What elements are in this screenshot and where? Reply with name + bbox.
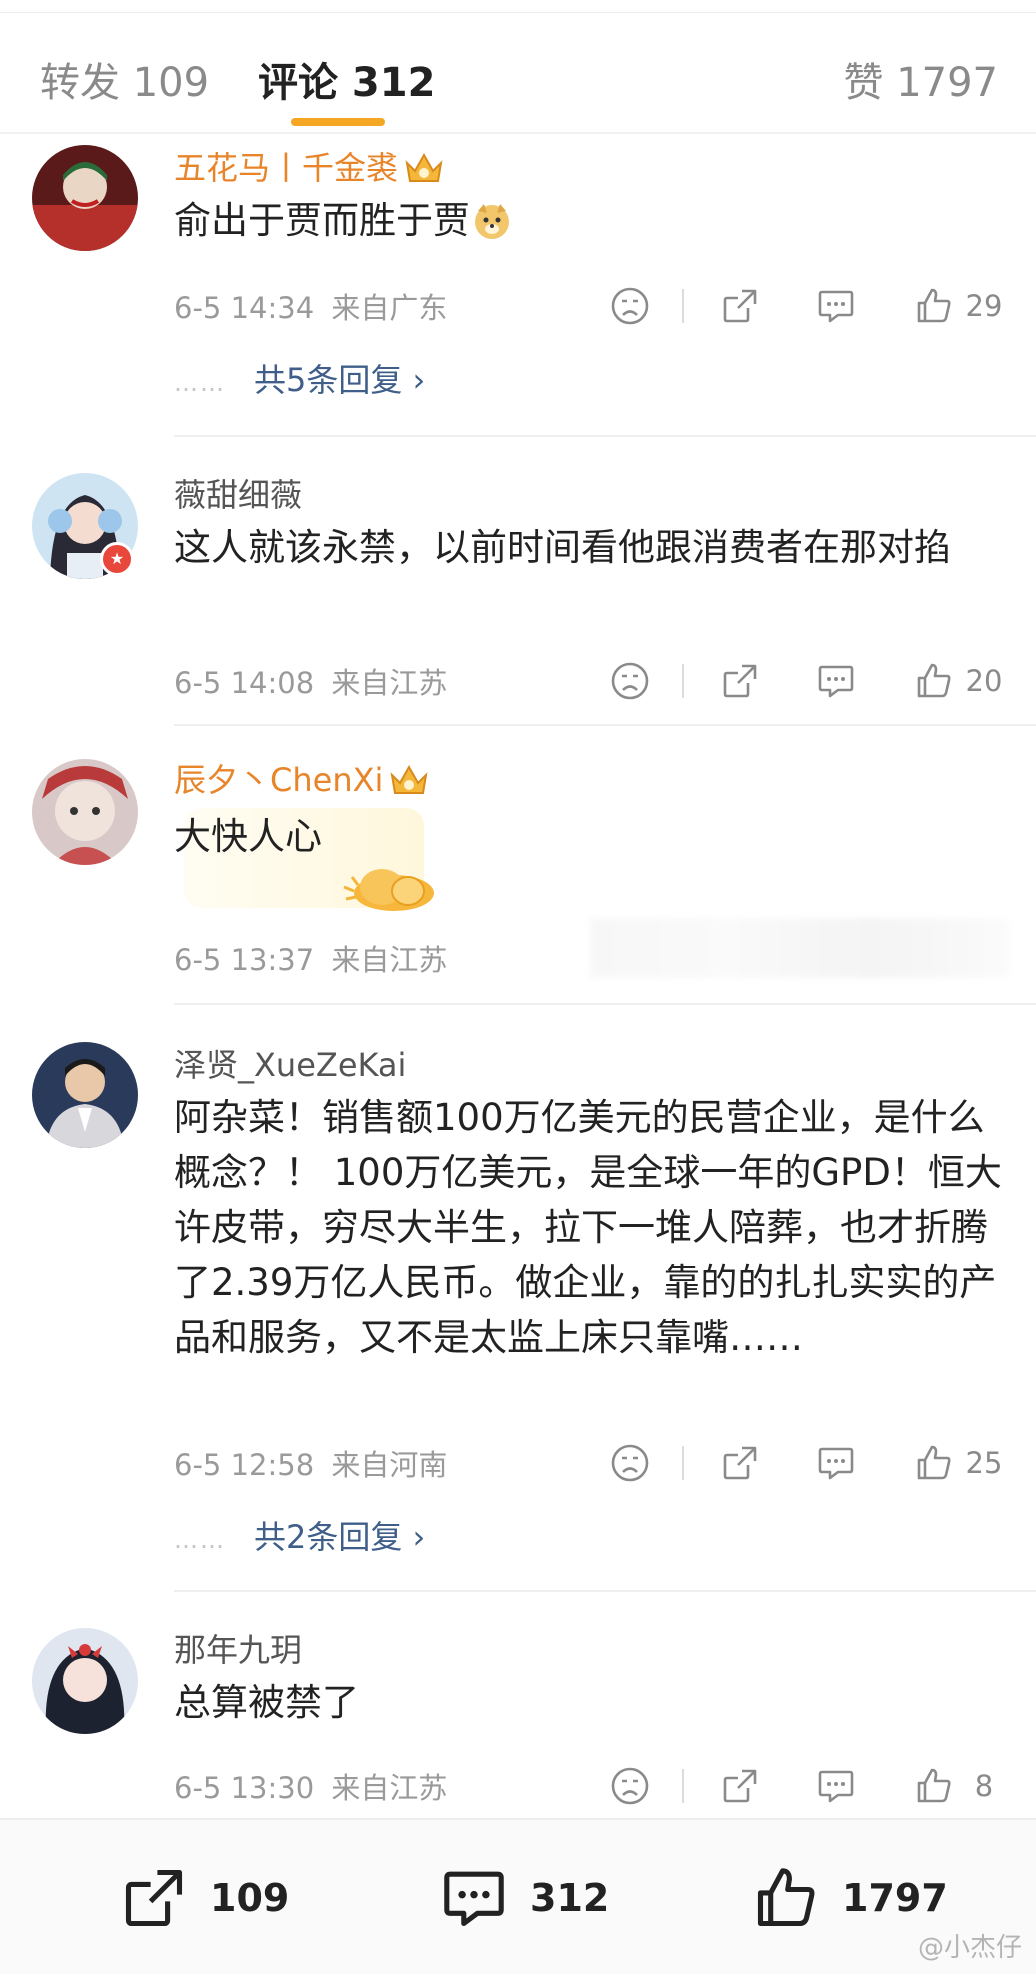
avatar[interactable] — [32, 1042, 138, 1148]
username[interactable]: 薇甜细薇 — [174, 470, 302, 516]
crown-icon — [404, 151, 444, 193]
thumbs-up-icon[interactable] — [914, 661, 954, 701]
comment-meta: 6-5 12:58 来自河南 — [174, 1442, 447, 1484]
sad-face-icon[interactable] — [610, 1766, 650, 1806]
thumbs-up-icon — [757, 1868, 815, 1927]
comment-divider — [174, 435, 1036, 437]
comment-location: 来自江苏 — [331, 1771, 448, 1805]
comment-bubble-icon[interactable] — [816, 286, 856, 326]
username[interactable]: 那年九玥 — [174, 1625, 302, 1671]
comment-time: 6-5 13:37 — [174, 943, 315, 977]
username[interactable]: 泽贤_XueZeKai — [174, 1040, 406, 1086]
avatar[interactable] — [32, 759, 138, 865]
comment-time: 6-5 13:30 — [174, 1771, 315, 1805]
thumbs-up-icon[interactable] — [914, 286, 954, 326]
crown-icon — [389, 763, 429, 805]
comment-time: 6-5 14:34 — [174, 291, 315, 325]
comment-bubble-icon — [444, 1871, 504, 1927]
like-count-total: 1797 — [842, 1876, 948, 1920]
avatar[interactable] — [32, 145, 138, 251]
comment-content: 阿杂菜！销售额100万亿美元的民营企业，是什么概念？！ 100万亿美元，是全球一… — [174, 1096, 1002, 1359]
comment-button[interactable]: 312 — [440, 1864, 609, 1932]
active-tab-indicator — [291, 118, 385, 126]
replies-text: 共5条回复 › — [254, 361, 426, 399]
doge-emoji-icon — [472, 201, 512, 256]
gold-coin-sticker-icon — [338, 857, 442, 919]
comment-content: 这人就该永禁，以前时间看他跟消费者在那对掐 — [174, 526, 951, 569]
tab-bar: 转发 109 评论 312 赞 1797 — [0, 40, 1036, 130]
thumbs-up-icon[interactable] — [914, 1766, 954, 1806]
reply-dots: …… — [174, 1526, 226, 1554]
username-text: 五花马丨千金裘 — [174, 149, 399, 187]
sad-face-icon[interactable] — [610, 661, 650, 701]
action-separator — [682, 1769, 684, 1803]
reply-dots: …… — [174, 369, 226, 397]
share-arrow-icon[interactable] — [720, 1443, 760, 1483]
comment-divider — [174, 1590, 1036, 1592]
share-arrow-icon[interactable] — [720, 661, 760, 701]
thumbs-up-icon[interactable] — [914, 1443, 954, 1483]
comment-bubble-icon[interactable] — [816, 1766, 856, 1806]
comment-content: 总算被禁了 — [174, 1681, 359, 1724]
bottom-action-bar: 109 312 1797 @小杰仔 — [0, 1818, 1036, 1974]
comment-location: 来自广东 — [331, 291, 448, 325]
repost-count: 109 — [210, 1876, 290, 1920]
comment-meta: 6-5 13:30 来自江苏 — [174, 1765, 447, 1807]
comment-divider — [174, 724, 1036, 726]
comment-meta: 6-5 13:37 来自江苏 — [174, 937, 447, 979]
comment-bubble-icon[interactable] — [816, 1443, 856, 1483]
view-replies-link[interactable]: …… 共5条回复 › — [174, 355, 425, 401]
sad-face-icon[interactable] — [610, 1443, 650, 1483]
like-count: 29 — [965, 289, 1003, 323]
comment-actions: 29 — [610, 284, 1004, 328]
like-count: 20 — [965, 664, 1003, 698]
comment-content: 俞出于贾而胜于贾 — [174, 193, 1004, 256]
username-text: 辰夕丶ChenXi — [174, 761, 384, 799]
watermark: @小杰仔 — [917, 1933, 1022, 1963]
comment-location: 来自河南 — [331, 1448, 448, 1482]
tab-like[interactable]: 赞 1797 — [843, 50, 998, 108]
repost-button[interactable]: 109 — [120, 1864, 289, 1932]
tab-comment[interactable]: 评论 312 — [258, 50, 435, 108]
blurred-area — [590, 918, 1010, 978]
action-separator — [682, 1446, 684, 1480]
username[interactable]: 五花马丨千金裘 — [174, 143, 444, 193]
comment-text: 俞出于贾而胜于贾 — [174, 199, 470, 242]
like-count: 25 — [965, 1446, 1003, 1480]
share-arrow-icon[interactable] — [720, 286, 760, 326]
comment-actions: 25 — [610, 1441, 1004, 1485]
tabs-divider — [0, 132, 1036, 134]
comment-count: 312 — [530, 1876, 610, 1920]
comment-meta: 6-5 14:34 来自广东 — [174, 285, 447, 327]
like-button[interactable]: 1797 — [752, 1864, 948, 1932]
view-replies-link[interactable]: …… 共2条回复 › — [174, 1512, 425, 1558]
like-count: 8 — [974, 1769, 994, 1803]
action-separator — [682, 664, 684, 698]
comment-actions: 8 — [610, 1764, 1004, 1808]
top-divider — [0, 12, 1036, 13]
comment-location: 来自江苏 — [331, 666, 448, 700]
share-arrow-icon — [125, 1869, 183, 1927]
comment-divider — [174, 1003, 1036, 1005]
replies-text: 共2条回复 › — [254, 1518, 426, 1556]
comment-location: 来自江苏 — [331, 943, 448, 977]
verified-badge-icon: ★ — [100, 542, 134, 576]
share-arrow-icon[interactable] — [720, 1766, 760, 1806]
action-separator — [682, 289, 684, 323]
comment-time: 6-5 14:08 — [174, 666, 315, 700]
tab-repost[interactable]: 转发 109 — [40, 50, 209, 108]
comment-bubble-icon[interactable] — [816, 661, 856, 701]
comment-time: 6-5 12:58 — [174, 1448, 315, 1482]
username[interactable]: 辰夕丶ChenXi — [174, 755, 429, 805]
comment-content: 大快人心 — [174, 815, 322, 858]
avatar[interactable] — [32, 1628, 138, 1734]
sad-face-icon[interactable] — [610, 286, 650, 326]
comment-actions: 20 — [610, 659, 1004, 703]
comment-meta: 6-5 14:08 来自江苏 — [174, 660, 447, 702]
